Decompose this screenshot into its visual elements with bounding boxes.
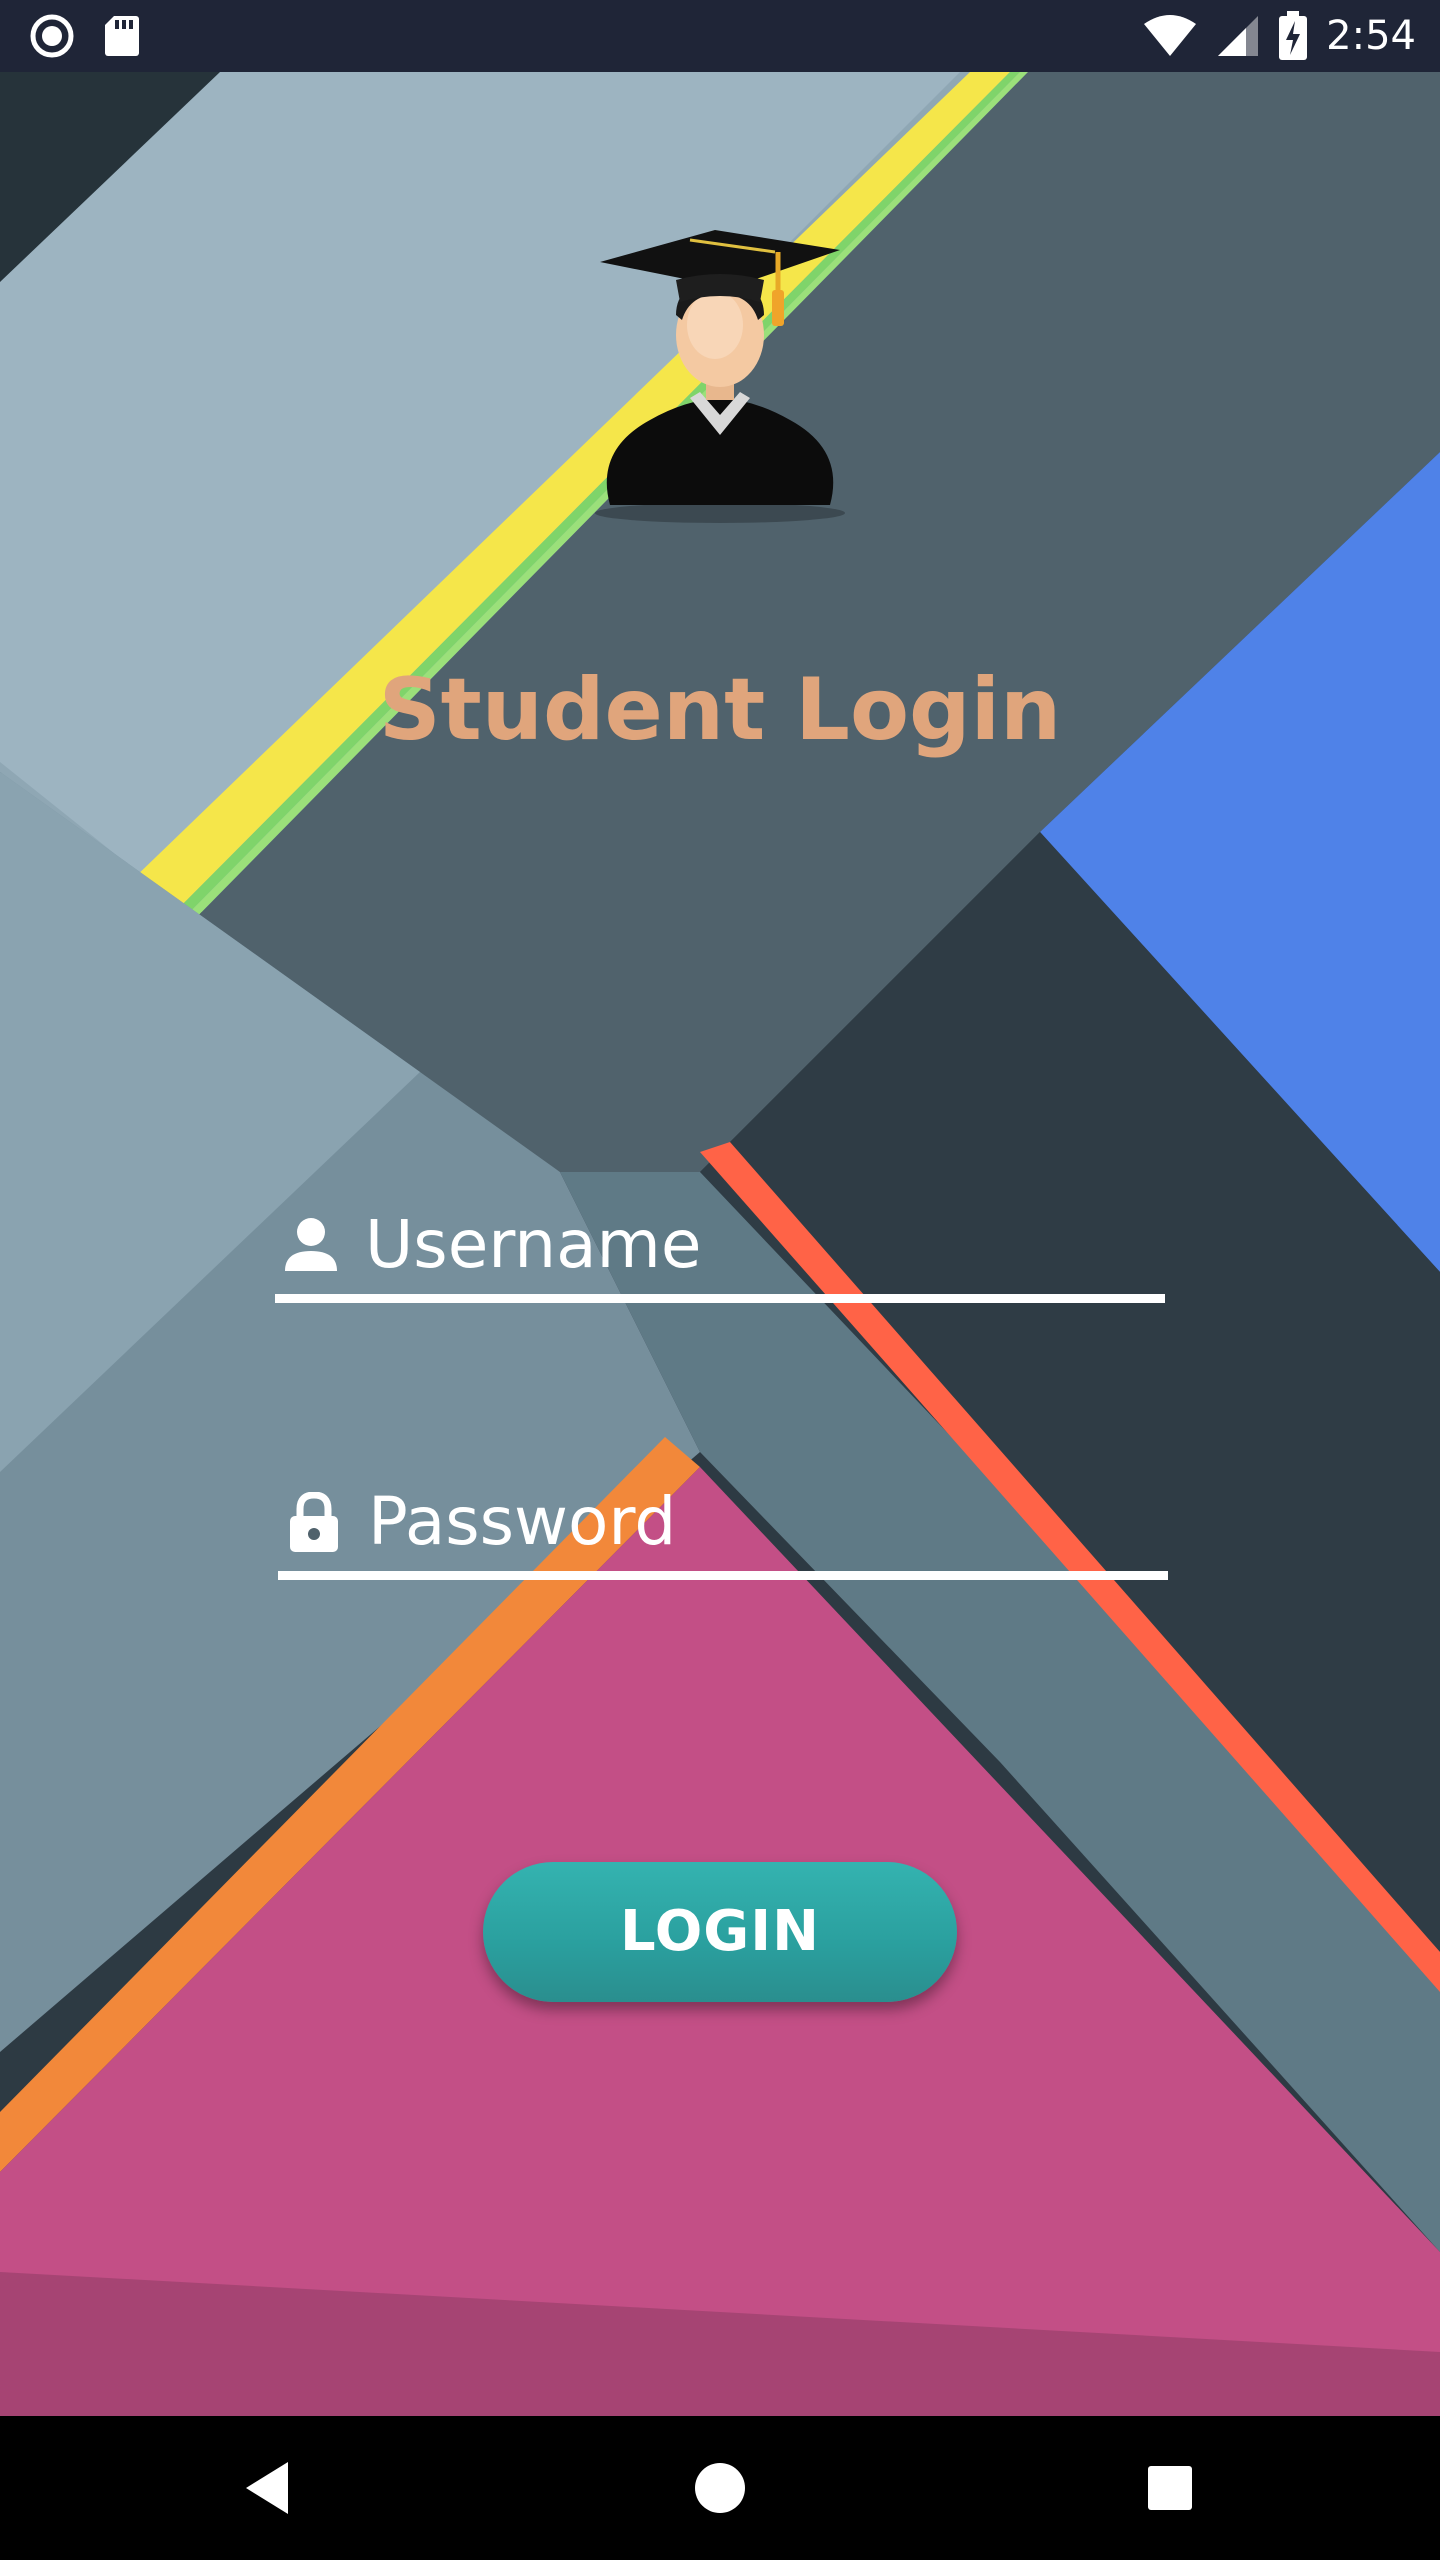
wifi-icon xyxy=(1144,15,1197,56)
battery-charging-icon xyxy=(1279,11,1308,60)
username-field[interactable]: Username xyxy=(275,1205,1165,1303)
sd-card-icon xyxy=(105,16,139,56)
login-button[interactable]: LOGIN xyxy=(483,1862,957,2002)
record-icon xyxy=(30,14,74,58)
password-placeholder: Password xyxy=(368,1483,677,1560)
recents-icon[interactable] xyxy=(1138,2456,1202,2520)
username-placeholder: Username xyxy=(365,1206,702,1283)
status-bar: 2:54 xyxy=(0,0,1440,72)
status-time: 2:54 xyxy=(1326,13,1416,59)
signal-icon xyxy=(1218,16,1259,56)
page-title: Student Login xyxy=(378,660,1062,760)
navigation-bar xyxy=(0,2416,1440,2560)
password-underline xyxy=(278,1571,1168,1580)
username-underline xyxy=(275,1294,1165,1303)
login-screen: 2:54 Student Login Username Password LOG… xyxy=(0,0,1440,2560)
person-icon xyxy=(285,1218,337,1271)
password-field[interactable]: Password xyxy=(278,1482,1168,1580)
lock-icon xyxy=(290,1492,338,1552)
back-icon[interactable] xyxy=(238,2456,302,2520)
graduate-icon xyxy=(595,230,845,523)
home-icon[interactable] xyxy=(688,2456,752,2520)
